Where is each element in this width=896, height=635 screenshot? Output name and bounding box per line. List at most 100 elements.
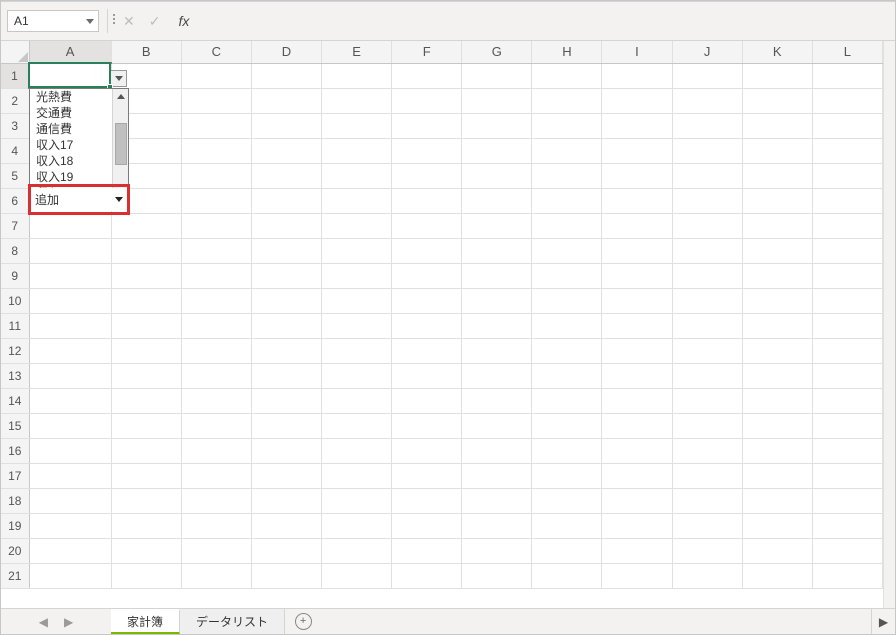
cell[interactable] xyxy=(602,138,672,163)
cell[interactable] xyxy=(29,488,111,513)
cell[interactable] xyxy=(462,538,532,563)
cell[interactable] xyxy=(111,313,181,338)
validation-option[interactable]: 光熱費 xyxy=(30,89,112,105)
cell[interactable] xyxy=(532,163,602,188)
cell[interactable] xyxy=(322,488,392,513)
cell[interactable] xyxy=(29,463,111,488)
cell[interactable] xyxy=(672,313,742,338)
cell[interactable] xyxy=(602,263,672,288)
cell[interactable] xyxy=(812,363,882,388)
cell[interactable] xyxy=(392,438,462,463)
cell[interactable] xyxy=(672,288,742,313)
cell[interactable] xyxy=(812,188,882,213)
cell[interactable] xyxy=(392,138,462,163)
row-header[interactable]: 9 xyxy=(1,263,29,288)
cell[interactable] xyxy=(462,63,532,88)
cell[interactable] xyxy=(742,313,812,338)
cell[interactable] xyxy=(812,488,882,513)
cell[interactable] xyxy=(392,188,462,213)
cell[interactable] xyxy=(251,488,321,513)
cell[interactable] xyxy=(322,463,392,488)
row-header[interactable]: 11 xyxy=(1,313,29,338)
cell[interactable] xyxy=(742,463,812,488)
annotation-cell[interactable]: 追加 xyxy=(31,188,127,211)
row-header[interactable]: 21 xyxy=(1,563,29,588)
add-sheet-button[interactable]: + xyxy=(285,609,321,634)
cell[interactable] xyxy=(812,113,882,138)
cell[interactable] xyxy=(322,63,392,88)
cell[interactable] xyxy=(111,238,181,263)
cell[interactable] xyxy=(29,538,111,563)
cell[interactable] xyxy=(812,213,882,238)
cell[interactable] xyxy=(532,288,602,313)
validation-option[interactable]: 交通費 xyxy=(30,105,112,121)
cell[interactable] xyxy=(322,313,392,338)
row-header[interactable]: 3 xyxy=(1,113,29,138)
cell[interactable] xyxy=(462,188,532,213)
cell[interactable] xyxy=(251,513,321,538)
cell[interactable] xyxy=(602,288,672,313)
cell[interactable] xyxy=(672,238,742,263)
cell[interactable] xyxy=(742,213,812,238)
cell[interactable] xyxy=(392,313,462,338)
cell[interactable] xyxy=(602,188,672,213)
column-header[interactable]: C xyxy=(181,41,251,63)
cell[interactable] xyxy=(742,163,812,188)
cell[interactable] xyxy=(742,413,812,438)
cell[interactable] xyxy=(602,363,672,388)
cell[interactable] xyxy=(322,213,392,238)
row-header[interactable]: 12 xyxy=(1,338,29,363)
cell[interactable] xyxy=(532,388,602,413)
cell[interactable] xyxy=(742,138,812,163)
row-header[interactable]: 4 xyxy=(1,138,29,163)
cell[interactable] xyxy=(812,263,882,288)
cell[interactable] xyxy=(462,338,532,363)
data-validation-list[interactable]: 光熱費交通費通信費収入17収入18収入19収入20 xyxy=(29,88,129,200)
cell[interactable] xyxy=(251,388,321,413)
validation-scrollbar[interactable] xyxy=(112,89,128,199)
scroll-up-button[interactable] xyxy=(114,89,128,103)
column-header[interactable]: L xyxy=(812,41,882,63)
cell[interactable] xyxy=(462,288,532,313)
cell[interactable] xyxy=(742,63,812,88)
cell[interactable] xyxy=(251,538,321,563)
cell[interactable] xyxy=(532,538,602,563)
cell[interactable] xyxy=(742,113,812,138)
cell[interactable] xyxy=(672,463,742,488)
fx-icon[interactable]: fx xyxy=(178,14,189,28)
cell[interactable] xyxy=(672,163,742,188)
cell[interactable] xyxy=(29,313,111,338)
column-header[interactable]: I xyxy=(602,41,672,63)
row-header[interactable]: 15 xyxy=(1,413,29,438)
cell[interactable] xyxy=(181,113,251,138)
cell[interactable] xyxy=(532,488,602,513)
cell[interactable] xyxy=(812,413,882,438)
cell[interactable] xyxy=(672,438,742,463)
tab-prev-icon[interactable]: ◀ xyxy=(39,615,48,629)
cell[interactable] xyxy=(742,188,812,213)
cell[interactable] xyxy=(322,388,392,413)
cell[interactable] xyxy=(392,388,462,413)
cell[interactable] xyxy=(251,338,321,363)
cell[interactable] xyxy=(672,538,742,563)
cell[interactable] xyxy=(742,288,812,313)
cell[interactable] xyxy=(322,263,392,288)
row-header[interactable]: 5 xyxy=(1,163,29,188)
sheet-tab[interactable]: データリスト xyxy=(180,609,285,634)
cell[interactable] xyxy=(392,488,462,513)
cell[interactable] xyxy=(742,563,812,588)
cell[interactable] xyxy=(532,263,602,288)
cell[interactable] xyxy=(181,413,251,438)
cell[interactable] xyxy=(742,538,812,563)
cell[interactable] xyxy=(251,463,321,488)
cell[interactable] xyxy=(672,363,742,388)
column-header[interactable]: H xyxy=(532,41,602,63)
hscroll-right-button[interactable]: ▶ xyxy=(871,609,895,634)
cell[interactable] xyxy=(672,113,742,138)
cell[interactable] xyxy=(181,463,251,488)
cell[interactable] xyxy=(672,513,742,538)
cell[interactable] xyxy=(322,413,392,438)
cell[interactable] xyxy=(812,513,882,538)
cell[interactable] xyxy=(602,163,672,188)
cell[interactable] xyxy=(462,363,532,388)
